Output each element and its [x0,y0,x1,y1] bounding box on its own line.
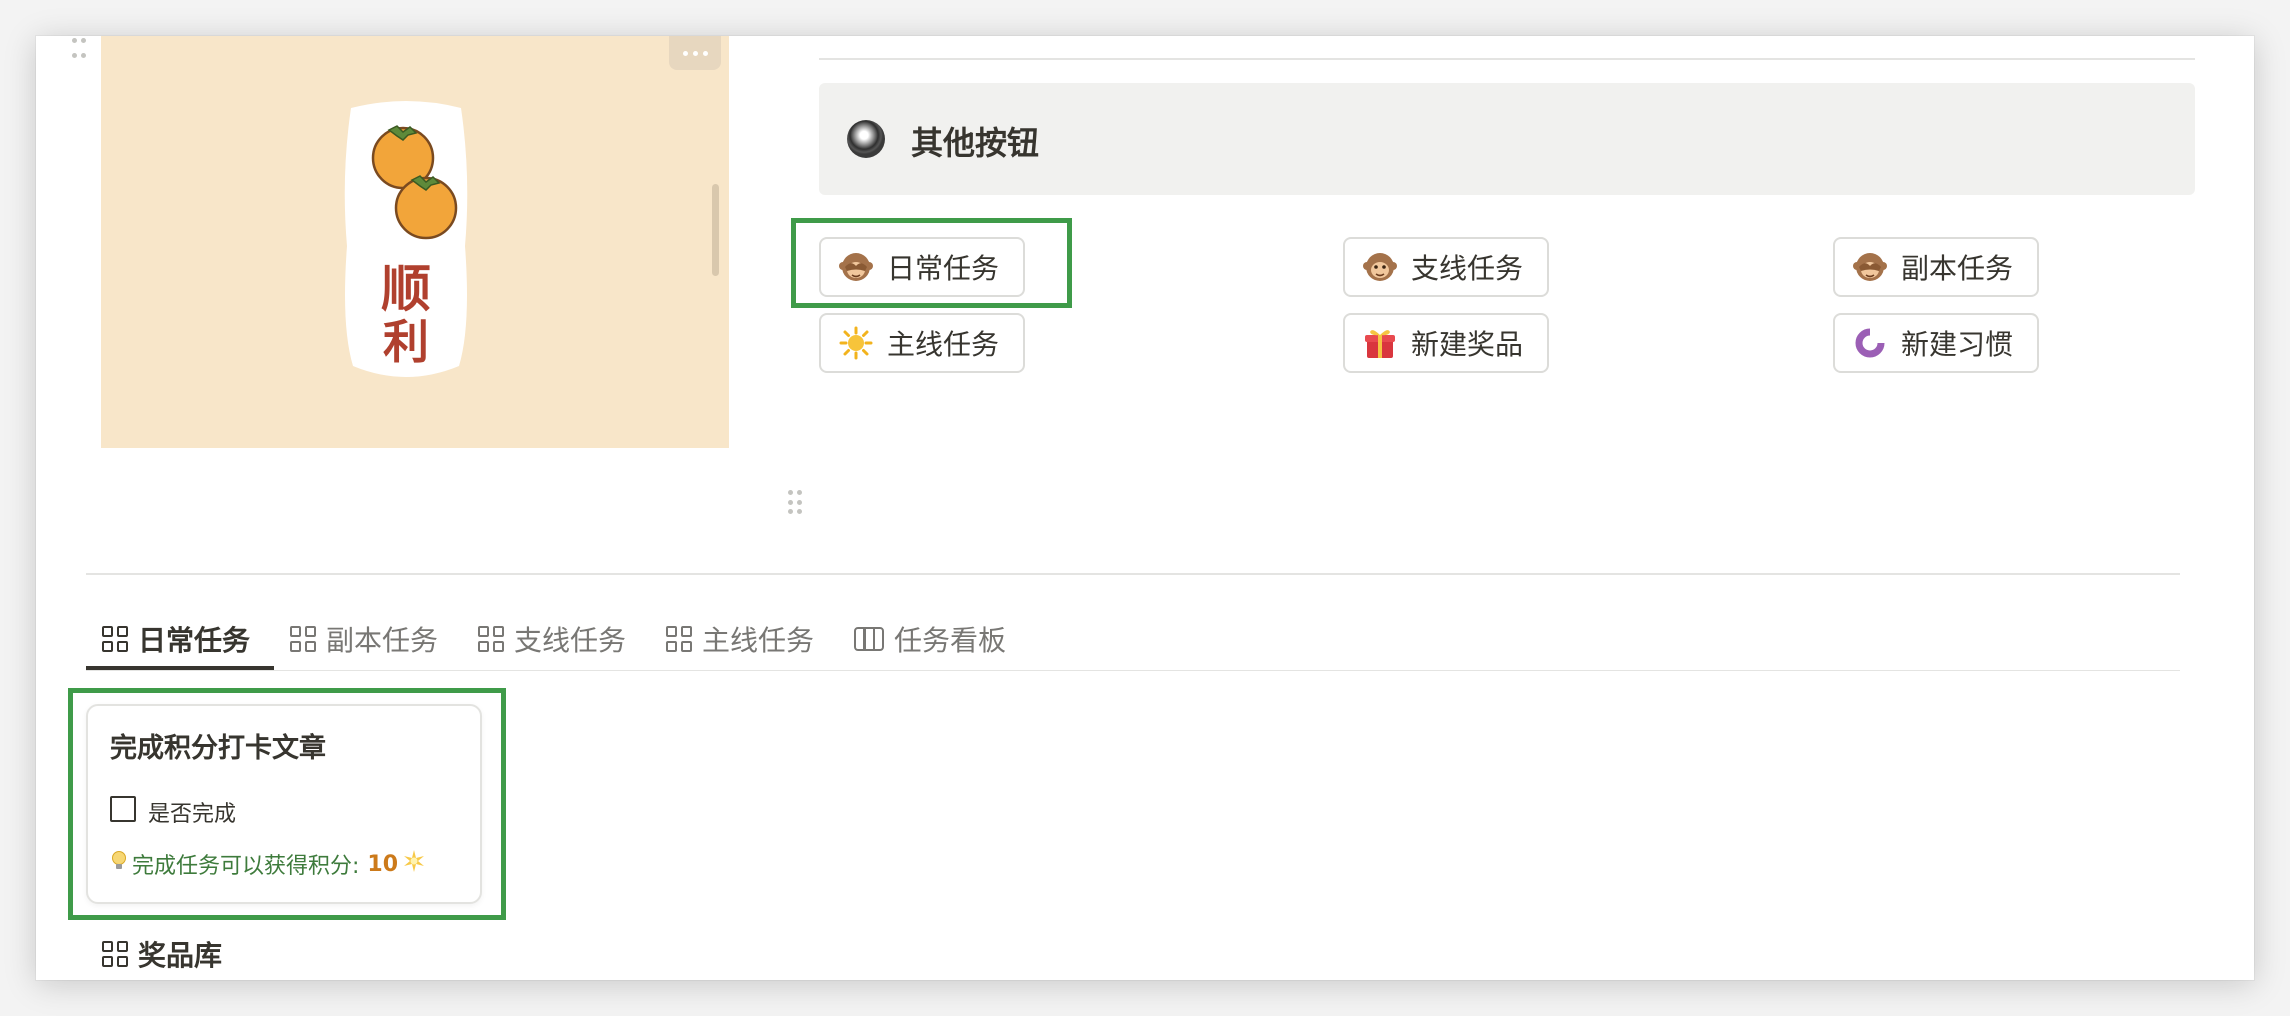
tab-side-tasks[interactable]: 支线任务 [478,609,626,669]
smooth-charm-illustration: 顺 利 [344,101,468,377]
drag-handle-icon[interactable] [788,490,802,516]
radio-button-icon [847,120,885,158]
gallery-icon [478,626,504,652]
tab-task-board[interactable]: 任务看板 [854,609,1006,669]
new-prize-button[interactable]: 新建奖品 [1343,313,1550,373]
button-label: 副本任务 [1901,252,2014,285]
see-no-evil-monkey-icon [1853,250,1887,284]
board-icon [854,627,884,651]
monkey-face-icon [1363,250,1397,284]
gallery-icon [102,941,128,967]
gift-icon [1363,326,1397,360]
main-task-button[interactable]: 主线任务 [819,313,1026,373]
tab-label: 日常任务 [138,624,251,657]
button-label: 支线任务 [1411,252,1524,285]
charm-text-2: 利 [383,315,429,369]
tab-instance-tasks[interactable]: 副本任务 [290,609,438,669]
button-label: 新建奖品 [1411,328,1524,361]
gallery-icon [666,626,692,652]
top-divider [819,58,2195,60]
tab-daily-tasks[interactable]: 日常任务 [102,609,250,669]
habit-ring-icon [1853,326,1887,360]
new-habit-button[interactable]: 新建习惯 [1833,313,2040,373]
sun-icon [839,326,873,360]
callout-block[interactable]: 其他按钮 [819,83,2195,195]
button-label: 主线任务 [887,328,1000,361]
tab-label: 任务看板 [894,624,1007,657]
tab-label: 副本任务 [326,624,439,657]
more-horizontal-icon[interactable] [669,36,721,70]
cover-image: 顺 利 [101,36,729,448]
tabs-divider [86,670,2180,671]
instance-task-button[interactable]: 副本任务 [1833,237,2040,297]
drag-handle-icon[interactable] [72,38,86,64]
gallery-icon [290,626,316,652]
callout-title: 其他按钮 [911,125,1040,161]
side-task-button[interactable]: 支线任务 [1343,237,1550,297]
gallery-icon [102,626,128,652]
prize-library-label: 奖品库 [138,939,223,972]
tab-label: 支线任务 [514,624,627,657]
notion-page: 顺 利 其他按钮 日常任务 支线任务 副本任务 主线任务 新建奖品 新建习惯 日… [36,36,2254,980]
charm-text: 顺 [381,259,431,318]
tab-label: 主线任务 [702,624,815,657]
prize-library-heading[interactable]: 奖品库 [102,934,222,974]
daily-task-button-highlight [791,218,1072,308]
section-divider [86,573,2180,575]
button-label: 新建习惯 [1901,328,2014,361]
tab-main-tasks[interactable]: 主线任务 [666,609,814,669]
cover-scrollbar[interactable] [712,184,719,276]
task-card-highlight [68,688,506,920]
